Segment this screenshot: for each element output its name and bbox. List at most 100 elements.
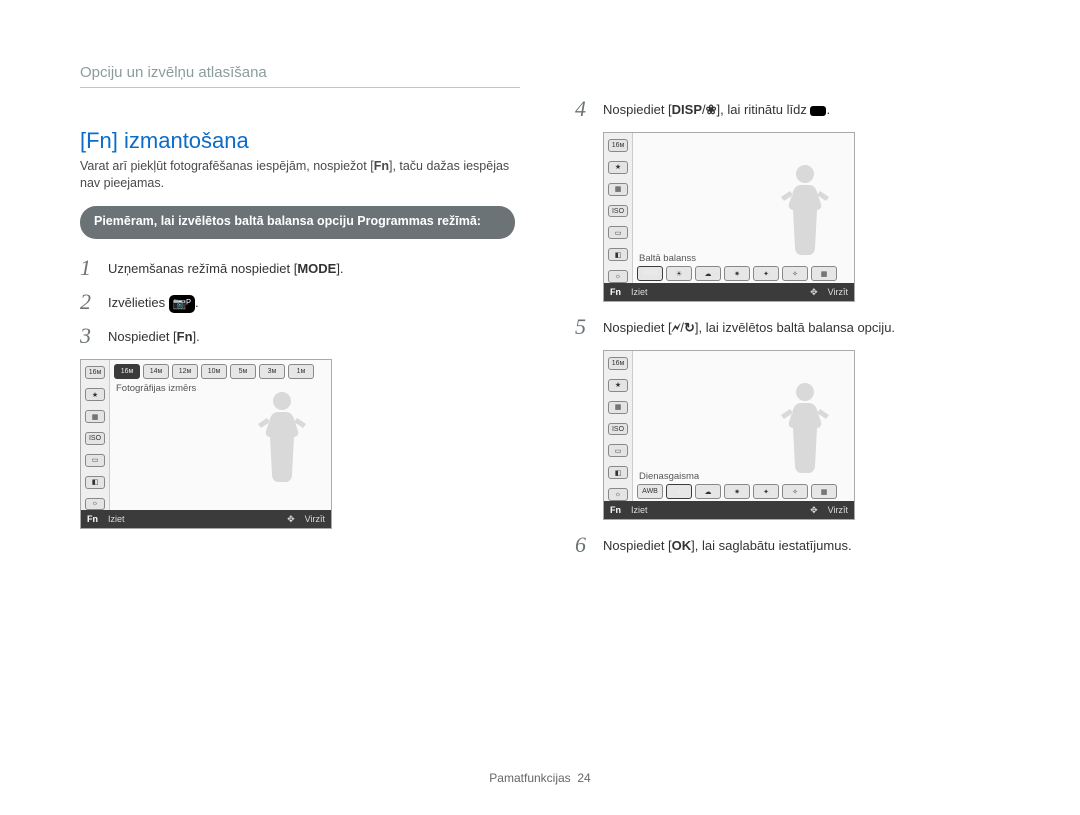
step-3: 3 Nospiediet [Fn]. xyxy=(80,325,515,347)
sidebar-icon: ISO xyxy=(85,432,105,445)
wb-chip: ☁ xyxy=(695,266,721,281)
step-text: Uzņemšanas režīmā nospiediet [MODE]. xyxy=(108,257,344,279)
wb-chip: AWB xyxy=(637,484,663,499)
example-callout: Piemēram, lai izvēlētos baltā balansa op… xyxy=(80,206,515,240)
size-chip: 10м xyxy=(201,364,227,379)
sidebar-icon: ▦ xyxy=(608,401,628,414)
steps-left: 1 Uzņemšanas režīmā nospiediet [MODE]. 2… xyxy=(80,257,515,347)
footer-section: Pamatfunkcijas xyxy=(489,771,570,785)
lcd-footer: Fn Iziet ✥ Virzīt xyxy=(604,283,854,301)
camera-p-icon: 📷ᴾ xyxy=(169,295,195,314)
lcd-footer: Fn Iziet ✥ Virzīt xyxy=(604,501,854,519)
wb-chip: ✦ xyxy=(753,484,779,499)
camera-screen-3: 16м ★ ▦ ISO ▭ ◧ ☼ Dienasgaisma AWB ☀ ☁ ✷ xyxy=(603,350,855,520)
step-2: 2 Izvēlieties 📷ᴾ. xyxy=(80,291,515,313)
sidebar-icon: ▭ xyxy=(608,226,628,239)
step-number: 3 xyxy=(80,325,108,347)
step-1: 1 Uzņemšanas režīmā nospiediet [MODE]. xyxy=(80,257,515,279)
fn-label: Fn xyxy=(610,505,621,515)
sidebar-icon: ISO xyxy=(608,423,628,436)
wb-chip: ✧ xyxy=(782,484,808,499)
wb-chip: ▦ xyxy=(811,266,837,281)
sidebar-icon: ☼ xyxy=(85,498,105,511)
preview-silhouette-icon xyxy=(770,155,840,263)
camera-screen-1: 16м ★ ▦ ISO ▭ ◧ ☼ 16м 14м 12м 10м 5м 3м xyxy=(80,359,332,529)
camera-screen-2: 16м ★ ▦ ISO ▭ ◧ ☼ Baltā balanss AWB ☀ ☁ … xyxy=(603,132,855,302)
wb-chip: ☀ xyxy=(666,266,692,281)
sidebar-icon: 16м xyxy=(85,366,105,379)
step-number: 2 xyxy=(80,291,108,313)
left-column: [Fn] izmantošana Varat arī piekļūt fotog… xyxy=(80,128,515,568)
footer-page: 24 xyxy=(577,771,590,785)
wb-chip: AWB xyxy=(637,266,663,281)
awb-icon xyxy=(810,106,826,116)
step-number: 1 xyxy=(80,257,108,279)
sidebar-icon: ▦ xyxy=(85,410,105,423)
exit-label: Iziet xyxy=(108,514,125,524)
sidebar-icon: ▦ xyxy=(608,183,628,196)
step-4: 4 Nospiediet [DISP/❀], lai ritinātu līdz… xyxy=(575,98,1010,120)
size-chip: 12м xyxy=(172,364,198,379)
breadcrumb: Opciju un izvēlņu atlasīšana xyxy=(80,64,520,88)
step-text: Nospiediet [🗲/↻], lai izvēlētos baltā ba… xyxy=(603,316,895,338)
nav-label: Virzīt xyxy=(828,505,848,515)
step-text: Nospiediet [Fn]. xyxy=(108,325,200,347)
steps-right-2: 5 Nospiediet [🗲/↻], lai izvēlētos baltā … xyxy=(575,316,1010,338)
wb-chip: ✷ xyxy=(724,266,750,281)
wb-chip: ☁ xyxy=(695,484,721,499)
wb-chip: ✷ xyxy=(724,484,750,499)
size-chip: 1м xyxy=(288,364,314,379)
sidebar-icon: ☼ xyxy=(608,488,628,501)
step-text: Izvēlieties 📷ᴾ. xyxy=(108,291,199,313)
sidebar-icon: ISO xyxy=(608,205,628,218)
step-text: Nospiediet [OK], lai saglabātu iestatīju… xyxy=(603,534,852,556)
step-5: 5 Nospiediet [🗲/↻], lai izvēlētos baltā … xyxy=(575,316,1010,338)
wb-row: AWB ☀ ☁ ✷ ✦ ✧ ▦ xyxy=(633,484,854,501)
timer-icon: ↻ xyxy=(684,320,695,335)
fn-label: Fn xyxy=(87,514,98,524)
nav-glyph-icon: ✥ xyxy=(287,514,295,525)
sidebar-icon: ☼ xyxy=(608,270,628,283)
wb-chip: ☀ xyxy=(666,484,692,499)
lcd-sidebar: 16м ★ ▦ ISO ▭ ◧ ☼ xyxy=(604,351,633,501)
size-chip: 14м xyxy=(143,364,169,379)
preview-silhouette-icon xyxy=(247,382,317,490)
wb-chip: ✦ xyxy=(753,266,779,281)
sidebar-icon: ▭ xyxy=(608,444,628,457)
sidebar-icon: 16м xyxy=(608,139,628,152)
step-number: 5 xyxy=(575,316,603,338)
exit-label: Iziet xyxy=(631,505,648,515)
sidebar-icon: ▭ xyxy=(85,454,105,467)
lcd-top-row: 16м 14м 12м 10м 5м 3м 1м xyxy=(110,360,331,381)
steps-right: 4 Nospiediet [DISP/❀], lai ritinātu līdz… xyxy=(575,98,1010,120)
wb-row: AWB ☀ ☁ ✷ ✦ ✧ ▦ xyxy=(633,266,854,283)
nav-glyph-icon: ✥ xyxy=(810,287,818,298)
fn-label: Fn xyxy=(610,287,621,297)
page-footer: Pamatfunkcijas 24 xyxy=(0,771,1080,785)
section-heading: [Fn] izmantošana xyxy=(80,128,515,154)
lcd-footer: Fn Iziet ✥ Virzīt xyxy=(81,510,331,528)
intro-text: Varat arī piekļūt fotografēšanas iespējā… xyxy=(80,158,515,192)
size-chip: 5м xyxy=(230,364,256,379)
lcd-sidebar: 16м ★ ▦ ISO ▭ ◧ ☼ xyxy=(81,360,110,510)
sidebar-icon: ★ xyxy=(608,161,628,174)
nav-label: Virzīt xyxy=(828,287,848,297)
sidebar-icon: ★ xyxy=(608,379,628,392)
exit-label: Iziet xyxy=(631,287,648,297)
wb-chip: ✧ xyxy=(782,266,808,281)
flower-icon: ❀ xyxy=(706,102,717,117)
sidebar-icon: 16м xyxy=(608,357,628,370)
step-text: Nospiediet [DISP/❀], lai ritinātu līdz . xyxy=(603,98,830,120)
sidebar-icon: ◧ xyxy=(85,476,105,489)
step-number: 4 xyxy=(575,98,603,120)
steps-right-3: 6 Nospiediet [OK], lai saglabātu iestatī… xyxy=(575,534,1010,556)
step-6: 6 Nospiediet [OK], lai saglabātu iestatī… xyxy=(575,534,1010,556)
preview-silhouette-icon xyxy=(770,373,840,481)
sidebar-icon: ◧ xyxy=(608,248,628,261)
nav-label: Virzīt xyxy=(305,514,325,524)
sidebar-icon: ◧ xyxy=(608,466,628,479)
size-chip: 16м xyxy=(114,364,140,379)
right-column: 4 Nospiediet [DISP/❀], lai ritinātu līdz… xyxy=(575,98,1010,568)
size-chip: 3м xyxy=(259,364,285,379)
lcd-sidebar: 16м ★ ▦ ISO ▭ ◧ ☼ xyxy=(604,133,633,283)
